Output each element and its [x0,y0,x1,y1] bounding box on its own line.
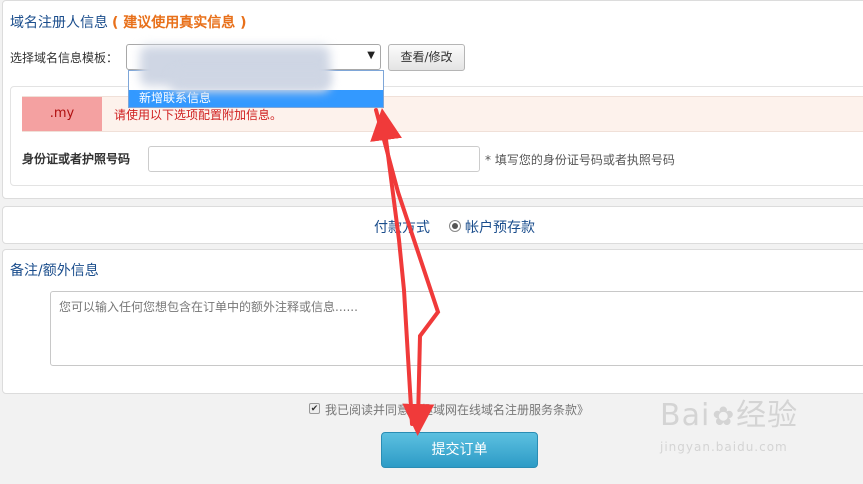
watermark-brand-suffix: 经验 [736,398,799,433]
notes-section-title: 备注/额外信息 [10,263,99,279]
id-number-input[interactable] [148,146,480,172]
watermark-url: jingyan.baidu.com [660,440,788,454]
agreement-checkbox[interactable]: ✔ [309,403,320,414]
template-select-label: 选择域名信息模板： [10,51,119,65]
paw-icon: ✿ [712,402,735,432]
submit-order-button[interactable]: 提交订单 [381,432,538,468]
watermark-brand: Bai [660,398,711,433]
tld-badge: .my [22,97,102,131]
payment-panel [2,206,863,244]
registrant-section-title: 域名注册人信息( 建议使用真实信息 ) [10,12,247,32]
registrant-title-hint: ( 建议使用真实信息 ) [112,15,247,31]
tld-notice-text: 请使用以下选项配置附加信息。 [114,108,283,122]
notes-textarea[interactable]: 您可以输入任何您想包含在订单中的额外注释或信息...... [50,291,863,366]
redacted-blur [170,70,330,92]
dropdown-option-new-contact[interactable]: 新增联系信息 [129,90,383,107]
id-number-label: 身份证或者护照号码 [22,152,131,166]
payment-radio[interactable] [449,220,461,232]
payment-method-label: 付款方式 [374,220,430,236]
registrant-title-text: 域名注册人信息 [10,15,108,31]
id-number-hint: * 填写您的身份证号码或者执照号码 [485,153,675,167]
caret-down-icon: ▼ [367,50,375,61]
agreement-text[interactable]: 我已阅读并同意《趣域网在线域名注册服务条款》 [325,401,589,418]
payment-option-label: 帐户预存款 [465,220,535,236]
baidu-watermark: Bai✿经验 jingyan.baidu.com [660,390,798,454]
view-edit-button[interactable]: 查看/修改 [388,44,465,71]
